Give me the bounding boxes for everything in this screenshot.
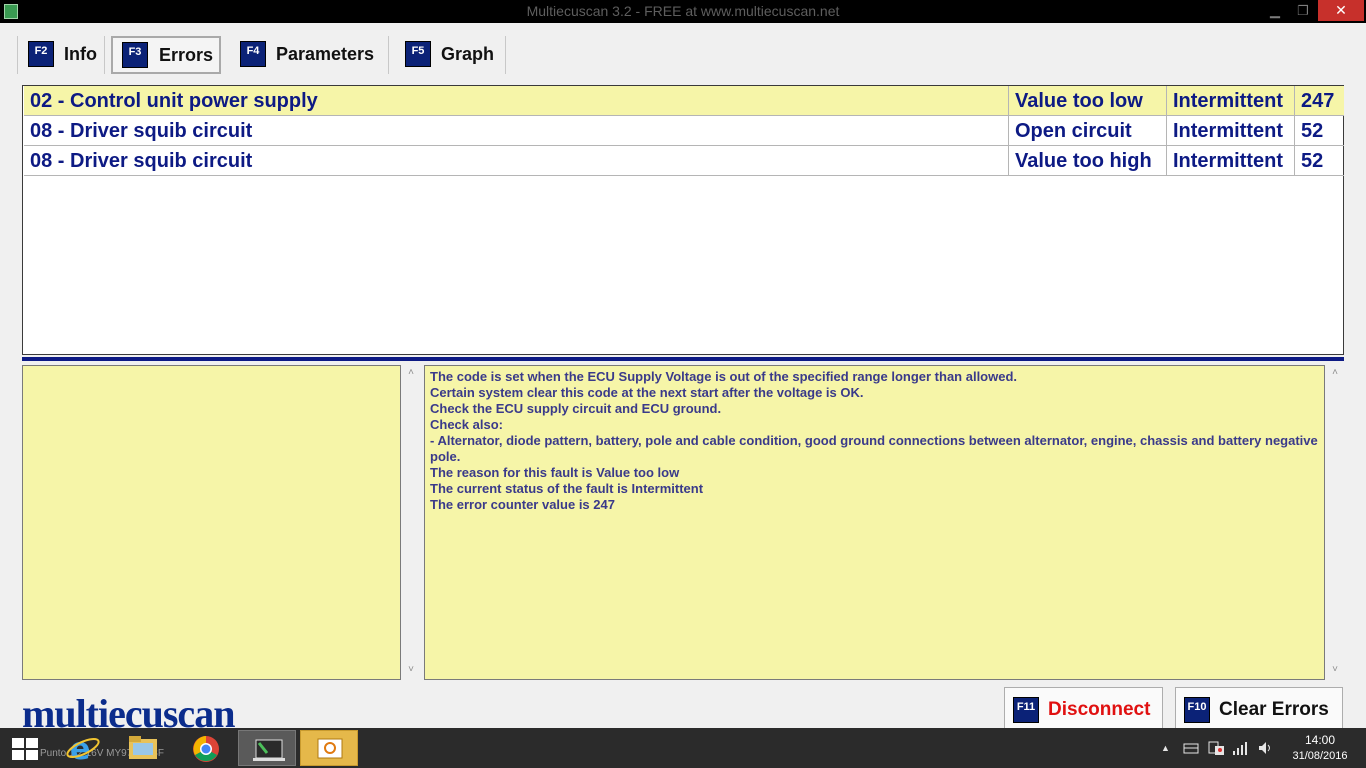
description-line: The code is set when the ECU Supply Volt… — [430, 369, 1018, 384]
description-line: The error counter value is 247 — [430, 497, 615, 512]
file-explorer-icon[interactable] — [114, 730, 172, 766]
f10-key-icon: F10 — [1184, 697, 1210, 723]
error-code: 02 - Control unit power supply — [24, 86, 1009, 115]
f3-key-icon: F3 — [122, 42, 148, 68]
freeze-frame-panel — [22, 365, 401, 680]
svg-text:e: e — [70, 732, 90, 766]
error-reason: Open circuit — [1009, 116, 1167, 145]
chrome-icon[interactable] — [176, 730, 234, 766]
clear-errors-button[interactable]: F10 Clear Errors — [1175, 687, 1343, 731]
f5-key-icon: F5 — [405, 41, 431, 67]
clock-date[interactable]: 31/08/2016 — [1286, 750, 1354, 762]
error-status: Intermittent — [1167, 146, 1295, 175]
error-row[interactable]: 08 - Driver squib circuit Value too high… — [24, 146, 1344, 176]
tab-graph[interactable]: F5 Graph — [395, 36, 506, 74]
volume-icon[interactable] — [1257, 740, 1273, 759]
tab-label: Graph — [441, 44, 495, 64]
f4-key-icon: F4 — [240, 41, 266, 67]
error-status: Intermittent — [1167, 116, 1295, 145]
tab-info[interactable]: F2 Info — [17, 36, 105, 74]
title-bar: Multiecuscan 3.2 - FREE at www.multiecus… — [0, 0, 1366, 23]
disconnect-button[interactable]: F11 Disconnect — [1004, 687, 1163, 731]
description-line: Check also: — [430, 417, 503, 432]
error-count: 52 — [1301, 150, 1324, 172]
description-line: - Alternator, diode pattern, battery, po… — [430, 433, 1318, 464]
tab-label: Info — [64, 44, 97, 64]
description-line: The reason for this fault is Value too l… — [430, 465, 680, 480]
error-description-panel: The code is set when the ECU Supply Volt… — [424, 365, 1325, 680]
f11-key-icon: F11 — [1013, 697, 1039, 723]
error-count: 247 — [1301, 90, 1335, 112]
network-icon[interactable] — [1232, 740, 1248, 759]
scroll-up-icon[interactable]: ˄ — [1328, 367, 1342, 378]
tab-parameters[interactable]: F4 Parameters — [230, 36, 389, 74]
keyboard-layout-icon[interactable] — [1183, 740, 1199, 759]
close-button[interactable]: ✕ — [1318, 0, 1364, 21]
tab-label: Errors — [159, 45, 214, 65]
scroll-up-icon[interactable]: ˄ — [404, 367, 418, 378]
error-row[interactable]: 02 - Control unit power supply Value too… — [24, 86, 1344, 116]
maximize-button[interactable]: ❐ — [1290, 0, 1316, 21]
multiecuscan-taskbar-icon[interactable] — [238, 730, 296, 766]
error-code: 08 - Driver squib circuit — [24, 116, 1009, 145]
client-area: F2 Info F3 Errors F4 Parameters F5 Graph… — [0, 23, 1366, 736]
taskbar: Punto 1.2 16V MY97 ag (3F e ▲ 14:00 31/0… — [0, 728, 1366, 768]
splitter[interactable] — [22, 357, 1344, 361]
scroll-down-icon[interactable]: ˅ — [1328, 664, 1342, 675]
pinned-app-icon[interactable] — [300, 730, 358, 766]
clock-time[interactable]: 14:00 — [1300, 733, 1340, 747]
error-reason: Value too low — [1009, 86, 1167, 115]
window-title: Multiecuscan 3.2 - FREE at www.multiecus… — [526, 3, 840, 19]
minimize-button[interactable]: ▁ — [1262, 0, 1288, 21]
f2-key-icon: F2 — [28, 41, 54, 67]
button-label: Clear Errors — [1219, 699, 1329, 720]
description-line: Certain system clear this code at the ne… — [430, 385, 864, 400]
error-reason: Value too high — [1009, 146, 1167, 175]
tab-label: Parameters — [276, 44, 375, 64]
app-window: Multiecuscan 3.2 - FREE at www.multiecus… — [0, 0, 1366, 768]
description-line: The current status of the fault is Inter… — [430, 481, 704, 496]
error-status: Intermittent — [1167, 86, 1295, 115]
error-row[interactable]: 08 - Driver squib circuit Open circuit I… — [24, 116, 1344, 146]
show-hidden-icons-icon[interactable]: ▲ — [1161, 743, 1170, 753]
windows-start-icon[interactable] — [10, 737, 38, 761]
error-code: 08 - Driver squib circuit — [24, 146, 1009, 175]
error-count: 52 — [1301, 120, 1324, 142]
tab-errors[interactable]: F3 Errors — [111, 36, 221, 74]
action-center-icon[interactable] — [1207, 740, 1225, 759]
button-label: Disconnect — [1048, 699, 1151, 720]
internet-explorer-icon[interactable]: e — [56, 730, 114, 767]
scroll-down-icon[interactable]: ˅ — [404, 664, 418, 675]
description-line: Check the ECU supply circuit and ECU gro… — [430, 401, 722, 416]
error-list: 02 - Control unit power supply Value too… — [22, 85, 1344, 355]
